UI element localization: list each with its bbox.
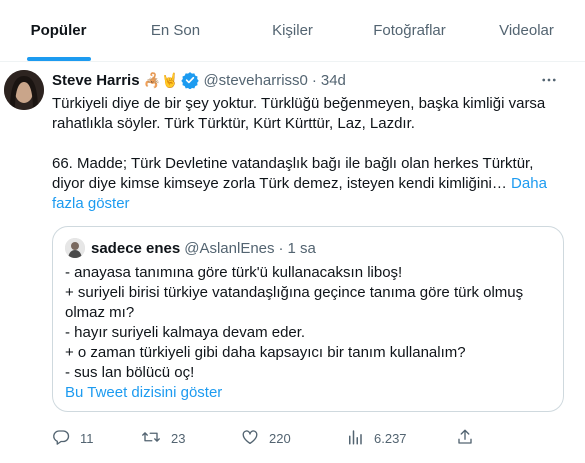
- author-emoji: 🦂🤘: [143, 71, 179, 88]
- tab-latest-label: En Son: [150, 22, 201, 39]
- retweet-button[interactable]: 23: [141, 428, 185, 449]
- quoted-line-3: - hayır suriyeli kalmaya devam eder.: [65, 324, 306, 341]
- tab-popular[interactable]: Popüler: [0, 0, 117, 61]
- share-icon: [456, 428, 484, 449]
- quoted-tweet[interactable]: sadece enes @AslanlEnes · 1 sa - anayasa…: [52, 226, 564, 412]
- tweet-text-paragraph-2: 66. Madde; Türk Devletine vatandaşlık ba…: [52, 154, 562, 214]
- retweet-icon: [141, 428, 171, 449]
- quoted-line-2: + suriyeli birisi türkiye vatandaşlığına…: [65, 284, 524, 321]
- show-thread-link[interactable]: Bu Tweet dizisini göster: [65, 384, 222, 401]
- views-count: 6.237: [374, 431, 407, 446]
- tweet-time[interactable]: 34d: [321, 72, 346, 89]
- reply-icon: [52, 428, 80, 449]
- like-count: 220: [269, 431, 291, 446]
- tweet-header: Steve Harris 🦂🤘 @steveharriss0 · 34d: [52, 70, 346, 90]
- tab-popular-label: Popüler: [30, 22, 87, 39]
- more-options-icon[interactable]: [537, 70, 561, 90]
- quoted-tweet-text: - anayasa tanımına göre türk'ü kullanaca…: [65, 263, 553, 383]
- heart-icon: [241, 428, 269, 449]
- quoted-author-avatar: [65, 238, 85, 258]
- author-handle[interactable]: @steveharriss0: [203, 72, 307, 89]
- tab-people-label: Kişiler: [272, 22, 313, 39]
- tab-photos-label: Fotoğraflar: [373, 22, 446, 39]
- quoted-tweet-time: 1 sa: [287, 239, 316, 257]
- header-separator: ·: [311, 71, 317, 89]
- share-button[interactable]: [456, 428, 484, 449]
- quoted-author-handle: @AslanlEnes: [184, 239, 275, 257]
- quoted-author-name: sadece enes: [91, 239, 181, 257]
- views-chart-icon: [346, 428, 374, 449]
- author-avatar[interactable]: [4, 70, 44, 110]
- verified-badge-icon: [181, 71, 200, 89]
- quoted-tweet-header: sadece enes @AslanlEnes · 1 sa: [65, 238, 316, 258]
- tab-photos[interactable]: Fotoğraflar: [351, 0, 468, 61]
- retweet-count: 23: [171, 431, 186, 446]
- quoted-line-1: - anayasa tanımına göre türk'ü kullanaca…: [65, 264, 403, 281]
- tweet-actions: 11 23 220 6.237: [52, 428, 482, 448]
- author-name[interactable]: Steve Harris: [52, 72, 140, 89]
- search-tabs: Popüler En Son Kişiler Fotoğraflar Video…: [0, 0, 585, 62]
- quoted-header-separator: ·: [278, 239, 284, 257]
- tweet-text-paragraph-1: Türkiyeli diye de bir şey yoktur. Türklü…: [52, 95, 546, 132]
- quoted-line-5: - sus lan bölücü oç!: [65, 364, 195, 381]
- tab-latest[interactable]: En Son: [117, 0, 234, 61]
- tab-videos[interactable]: Videolar: [468, 0, 585, 61]
- tab-people[interactable]: Kişiler: [234, 0, 351, 61]
- reply-count: 11: [80, 431, 94, 446]
- tab-videos-label: Videolar: [499, 22, 554, 39]
- active-tab-indicator: [26, 57, 91, 61]
- views-button[interactable]: 6.237: [346, 428, 407, 449]
- reply-button[interactable]: 11: [52, 428, 94, 449]
- tweet-text-paragraph-2-body: 66. Madde; Türk Devletine vatandaşlık ba…: [52, 155, 534, 192]
- quoted-line-4: + o zaman türkiyeli gibi daha kapsayıcı …: [65, 344, 466, 361]
- like-button[interactable]: 220: [241, 428, 291, 449]
